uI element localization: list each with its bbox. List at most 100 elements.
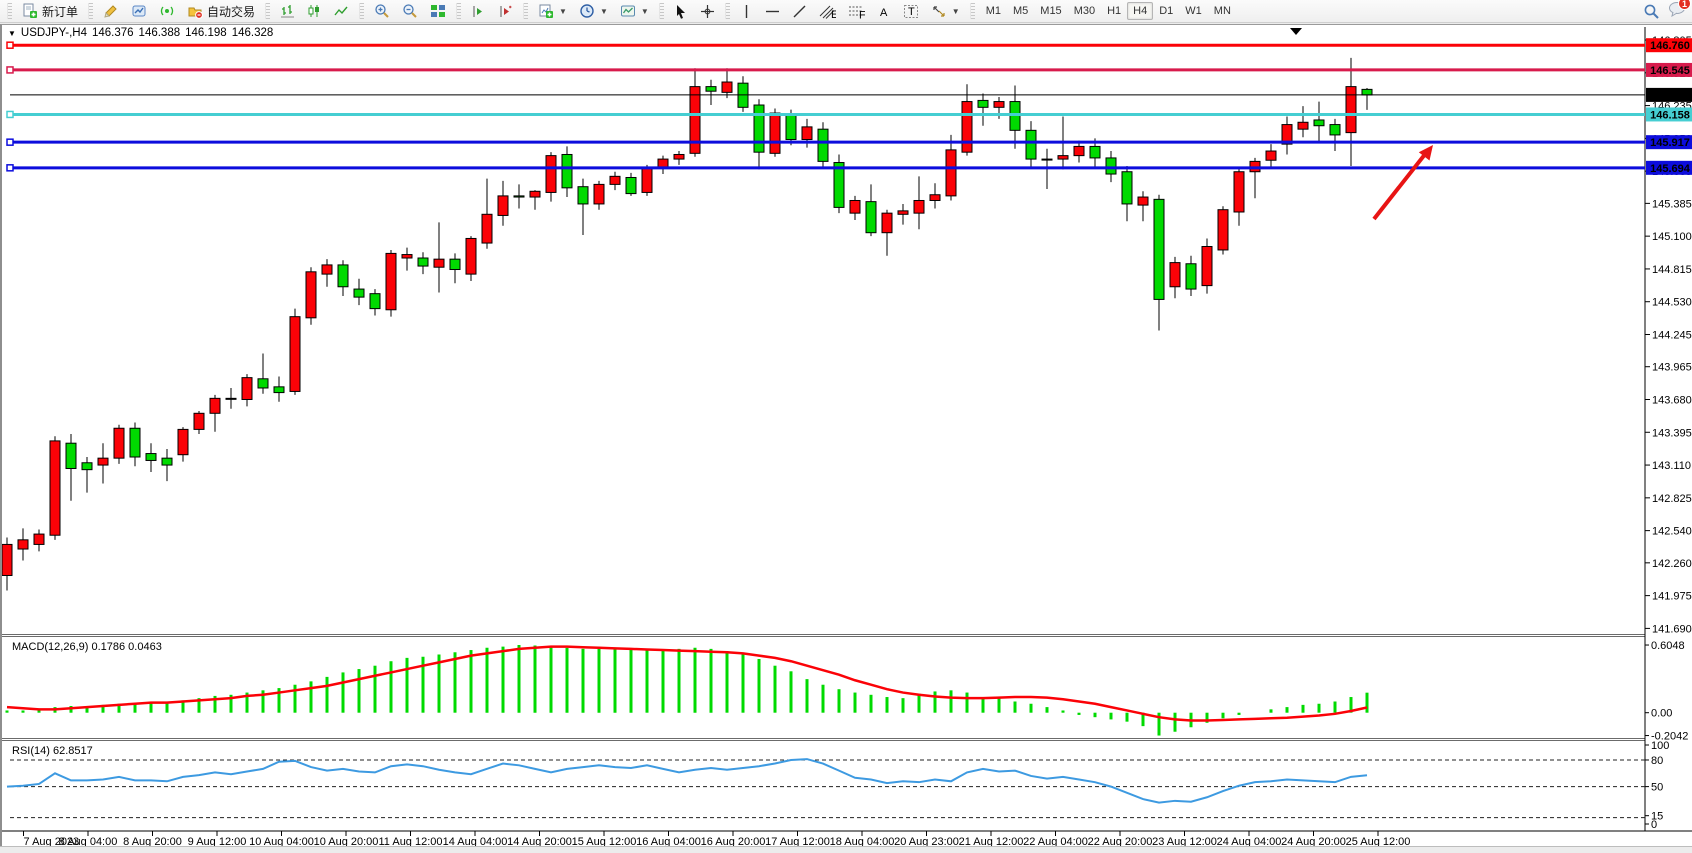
annotation-arrow[interactable] (1374, 153, 1426, 219)
fibonacci-tool[interactable]: F (843, 1, 870, 21)
line-anchor-handle[interactable] (7, 139, 13, 145)
label-tool[interactable]: T (898, 1, 924, 21)
timeframe-d1[interactable]: D1 (1153, 2, 1179, 20)
timeframe-m1[interactable]: M1 (980, 2, 1007, 20)
candle (1154, 199, 1164, 299)
candle (1170, 263, 1180, 287)
candle (1218, 210, 1228, 250)
candle (178, 429, 188, 454)
channel-tool[interactable]: E (814, 1, 841, 21)
new-order-button[interactable]: 新订单 (17, 1, 83, 21)
indicators-dropdown[interactable]: ▼ (533, 1, 572, 21)
svg-text:0.6048: 0.6048 (1651, 640, 1685, 652)
candle (1362, 89, 1372, 95)
svg-text:145.917: 145.917 (1650, 137, 1690, 149)
text-tool[interactable]: A (872, 1, 896, 21)
auto-trading-icon (187, 3, 203, 19)
svg-text:141.690: 141.690 (1652, 623, 1692, 635)
vline-icon (740, 4, 753, 19)
candle (850, 200, 860, 213)
styler-button[interactable] (98, 1, 124, 21)
ohlc-high: 146.388 (139, 27, 181, 39)
main-toolbar: 新订单 自动交易 (0, 0, 1692, 23)
dropdown-caret: ▼ (559, 7, 567, 16)
profiles-button[interactable] (126, 1, 152, 21)
candle (354, 289, 364, 297)
candle (914, 200, 924, 213)
svg-text:143.680: 143.680 (1652, 394, 1692, 406)
crosshair-tool[interactable] (695, 1, 720, 21)
candle (1266, 151, 1276, 160)
toolbar-right-group: 1 (1643, 0, 1686, 23)
candle (258, 379, 268, 388)
notifications-button[interactable]: 1 (1668, 1, 1686, 22)
zoom-out-button[interactable] (397, 1, 423, 21)
timeframe-mn[interactable]: MN (1208, 2, 1237, 20)
candle (946, 150, 956, 196)
candle (18, 540, 28, 549)
timeframe-m5[interactable]: M5 (1007, 2, 1034, 20)
line-anchor-handle[interactable] (7, 165, 13, 171)
trendline-tool[interactable] (787, 1, 812, 21)
candle (978, 100, 988, 107)
hline-icon (765, 4, 780, 19)
tile-windows-button[interactable] (425, 1, 451, 21)
candle (130, 428, 140, 457)
line-anchor-handle[interactable] (7, 67, 13, 73)
zoom-in-icon (374, 3, 390, 19)
clock-icon (579, 3, 595, 19)
symbol-dropdown-icon[interactable]: ▼ (8, 29, 16, 38)
zoom-out-icon (402, 3, 418, 19)
candle (1298, 122, 1308, 129)
candle (898, 211, 908, 214)
chart-shift-button[interactable] (493, 1, 518, 21)
candle (866, 202, 876, 233)
candlestick-icon (307, 4, 322, 19)
tile-windows-icon (430, 3, 446, 19)
timeframe-m30[interactable]: M30 (1068, 2, 1101, 20)
zoom-in-button[interactable] (369, 1, 395, 21)
signals-button[interactable] (154, 1, 180, 21)
toolbar-grip (7, 3, 12, 19)
new-order-label: 新订单 (42, 3, 78, 20)
candle (2, 544, 12, 575)
svg-text:146.760: 146.760 (1650, 40, 1690, 52)
candle (642, 167, 652, 192)
vline-tool[interactable] (735, 1, 758, 21)
candle (1202, 247, 1212, 286)
candle (322, 265, 332, 274)
brush-icon (103, 3, 119, 19)
candle (98, 458, 108, 465)
periods-dropdown[interactable]: ▼ (574, 1, 613, 21)
auto-trading-button[interactable]: 自动交易 (182, 1, 260, 21)
line-anchor-handle[interactable] (7, 111, 13, 117)
svg-text:RSI(14) 62.8517: RSI(14) 62.8517 (12, 745, 93, 757)
timeframe-m15[interactable]: M15 (1034, 2, 1067, 20)
svg-text:141.975: 141.975 (1652, 591, 1692, 603)
profiles-icon (131, 3, 147, 19)
svg-text:E: E (831, 9, 836, 19)
timeframe-h4[interactable]: H4 (1127, 2, 1153, 20)
timeframe-h1[interactable]: H1 (1101, 2, 1127, 20)
templates-dropdown[interactable]: ▼ (615, 1, 654, 21)
candle (82, 463, 92, 470)
cursor-tool[interactable] (669, 1, 693, 21)
auto-scroll-button[interactable] (466, 1, 491, 21)
new-order-icon (22, 3, 38, 19)
search-icon[interactable] (1643, 3, 1660, 20)
candle (882, 213, 892, 233)
hline-tool[interactable] (760, 1, 785, 21)
text-icon: A (877, 4, 891, 19)
svg-text:144.815: 144.815 (1652, 264, 1692, 276)
candle (754, 105, 764, 152)
candlestick-chart-button[interactable] (302, 1, 327, 21)
price-chart-canvas[interactable]: 146.805146.520146.235145.950145.665145.3… (2, 25, 1692, 847)
bar-chart-button[interactable] (275, 1, 300, 21)
candle (802, 127, 812, 140)
arrows-dropdown[interactable]: ▼ (926, 1, 965, 21)
line-chart-button[interactable] (329, 1, 354, 21)
svg-text:0.00: 0.00 (1651, 708, 1672, 720)
timeframe-w1[interactable]: W1 (1179, 2, 1208, 20)
line-anchor-handle[interactable] (7, 42, 13, 48)
candle (434, 259, 444, 267)
